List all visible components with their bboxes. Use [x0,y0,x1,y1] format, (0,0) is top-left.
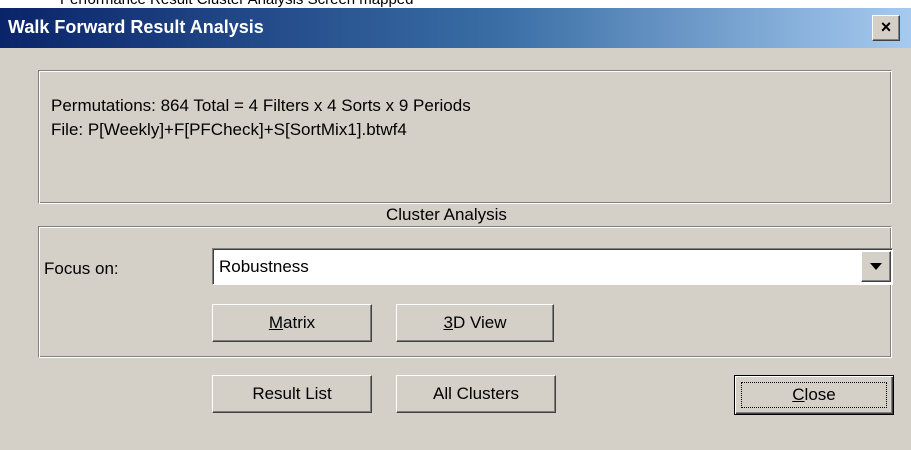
all-clusters-button[interactable]: All Clusters [396,375,556,413]
3d-view-mnemonic: 3 [443,313,453,332]
3d-view-button[interactable]: 3D View [396,304,554,342]
close-icon[interactable]: × [872,15,900,41]
matrix-button[interactable]: Matrix [212,304,372,342]
close-button[interactable]: Close [734,375,894,415]
permutations-text: Permutations: 864 Total = 4 Filters x 4 … [51,96,471,115]
focus-select[interactable]: Robustness [212,248,893,285]
matrix-mnemonic: M [268,313,284,332]
title-bar[interactable]: Walk Forward Result Analysis × [0,8,911,48]
matrix-label: atrix [283,313,316,332]
info-panel: Permutations: 864 Total = 4 Filters x 4 … [38,70,892,204]
3d-view-label: D View [452,313,507,332]
file-text: File: P[Weekly]+F[PFCheck]+S[SortMix1].b… [51,120,407,139]
focus-select-value: Robustness [219,257,309,276]
background-caption: Performance Result Cluster Analysis Scre… [60,0,414,8]
window-title: Walk Forward Result Analysis [8,17,264,37]
focus-on-label: Focus on: [44,259,119,278]
background-window-strip: Performance Result Cluster Analysis Scre… [0,0,911,8]
result-list-button[interactable]: Result List [212,375,372,413]
chevron-down-icon[interactable] [861,251,891,282]
focus-indicator [741,382,887,408]
cluster-analysis-label: Cluster Analysis [384,205,509,225]
all-clusters-label: All Clusters [433,384,519,403]
result-list-label: Result List [252,384,332,403]
